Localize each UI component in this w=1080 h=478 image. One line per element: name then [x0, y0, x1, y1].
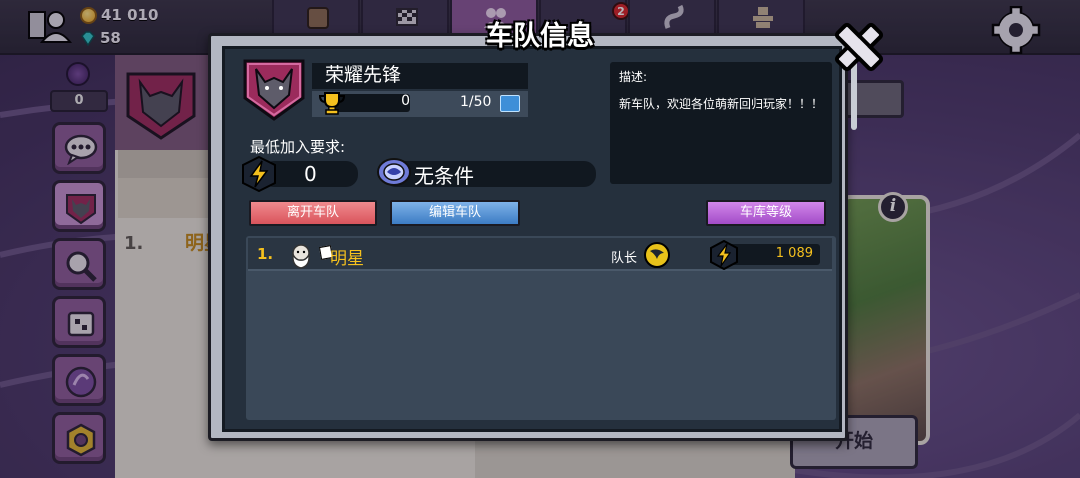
wolf-emblem-icon — [243, 59, 305, 121]
min-requirement-label: 最低加入要求: — [250, 138, 346, 156]
lightning-icon — [242, 156, 276, 192]
trophy-icon — [318, 92, 346, 115]
member-score: 1 089 — [775, 246, 813, 261]
description-text: 新车队，欢迎各位萌新回归玩家！！！ — [619, 97, 824, 111]
league-requirement-text: 无条件 — [414, 164, 474, 188]
member-name: 明星 — [330, 249, 364, 269]
member-role: 队长 — [611, 251, 638, 266]
power-requirement-value: 0 — [304, 162, 317, 186]
league-badge-icon — [377, 158, 411, 186]
garage-level-button[interactable]: 车库等级 — [706, 200, 826, 226]
trophy-count: 0 — [401, 93, 410, 109]
member-count: 1/50 — [460, 94, 492, 110]
edit-crew-button[interactable]: 编辑车队 — [390, 200, 520, 226]
close-icon[interactable] — [830, 18, 888, 76]
leader-badge-icon — [644, 242, 670, 268]
member-rank: 1. — [257, 245, 274, 263]
crew-name: 荣耀先锋 — [325, 64, 402, 86]
description-label: 描述: — [619, 70, 648, 84]
avatar — [292, 244, 310, 269]
modal-title: 车队信息 — [486, 21, 594, 52]
members-icon — [500, 95, 520, 112]
leave-crew-button[interactable]: 离开车队 — [249, 200, 377, 226]
lightning-icon — [710, 240, 738, 270]
